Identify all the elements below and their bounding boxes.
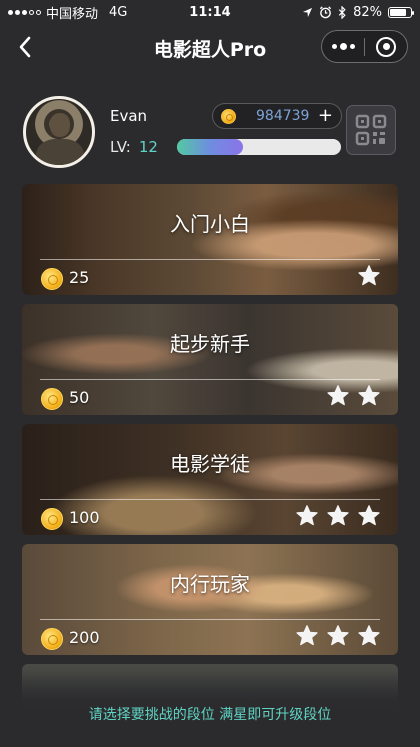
- level-cost: 100: [69, 508, 100, 527]
- more-button[interactable]: [322, 31, 364, 62]
- battery-label: 82%: [353, 4, 382, 20]
- coin-balance: 984739 +: [212, 103, 342, 129]
- qr-code-button[interactable]: [346, 105, 396, 155]
- card-divider: [40, 619, 380, 620]
- coin-icon: [41, 628, 63, 650]
- card-divider: [40, 379, 380, 380]
- star-icon: [326, 384, 350, 408]
- level-card-4[interactable]: 内行玩家 200: [22, 544, 398, 655]
- more-dots-icon: [331, 44, 337, 49]
- level-cost: 200: [69, 628, 100, 647]
- status-bar: 中国移动 4G 11:14 82%: [0, 0, 420, 24]
- star-icon: [326, 624, 350, 648]
- nav-bar: 电影超人Pro: [0, 24, 420, 70]
- status-right: 82%: [302, 4, 414, 20]
- coin-icon: [41, 388, 63, 410]
- qr-code-icon: [355, 114, 387, 146]
- exp-progress-bar: [177, 139, 341, 155]
- level-card-3[interactable]: 电影学徒 100: [22, 424, 398, 535]
- location-arrow-icon: [303, 7, 313, 17]
- close-button[interactable]: [365, 31, 407, 62]
- coin-amount: 984739: [256, 108, 310, 124]
- star-rating: [295, 504, 381, 528]
- card-divider: [40, 259, 380, 260]
- star-icon: [357, 264, 381, 288]
- level-row: LV: 12: [110, 138, 158, 156]
- star-icon: [295, 624, 319, 648]
- chevron-left-icon: [19, 36, 31, 58]
- star-icon: [357, 384, 381, 408]
- star-icon: [295, 504, 319, 528]
- level-label: LV:: [110, 138, 131, 156]
- battery-icon: [388, 6, 414, 18]
- carrier-label: 中国移动: [46, 6, 99, 22]
- back-button[interactable]: [10, 32, 40, 62]
- card-divider: [40, 499, 380, 500]
- star-icon: [326, 504, 350, 528]
- coin-icon: [41, 268, 63, 290]
- alarm-icon: [319, 5, 332, 18]
- bluetooth-icon: [338, 5, 346, 19]
- level-card-1[interactable]: 入门小白 25: [22, 184, 398, 295]
- add-coins-button[interactable]: +: [318, 107, 333, 125]
- username: Evan: [110, 107, 148, 125]
- star-icon: [357, 624, 381, 648]
- level-cost: 25: [69, 268, 90, 287]
- level-value: 12: [138, 138, 158, 156]
- hint-text: 请选择要挑战的段位 满星即可升级段位: [88, 707, 332, 723]
- coin-icon: [221, 108, 236, 124]
- status-left: 中国移动 4G: [8, 3, 127, 22]
- star-rating: [357, 264, 381, 288]
- star-rating: [295, 624, 381, 648]
- network-label: 4G: [109, 4, 128, 20]
- level-title: 入门小白: [170, 212, 250, 236]
- coin-icon: [41, 508, 63, 530]
- level-title: 起步新手: [170, 332, 250, 356]
- star-icon: [357, 504, 381, 528]
- signal-icon: [8, 9, 41, 15]
- level-cost: 50: [69, 388, 90, 407]
- level-title: 电影学徒: [170, 452, 250, 476]
- star-rating: [326, 384, 381, 408]
- avatar[interactable]: [23, 96, 95, 168]
- mini-program-capsule: [321, 30, 408, 63]
- level-card-2[interactable]: 起步新手 50: [22, 304, 398, 415]
- target-circle-icon: [376, 36, 396, 57]
- exp-progress-fill: [177, 139, 243, 155]
- level-title: 内行玩家: [170, 572, 250, 596]
